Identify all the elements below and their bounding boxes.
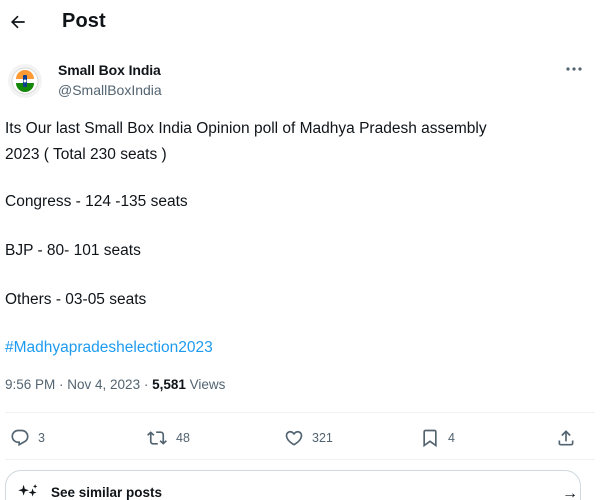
views-label: Views — [185, 377, 226, 392]
repost-button[interactable]: 48 — [146, 423, 190, 453]
repost-icon — [147, 431, 167, 445]
divider — [5, 412, 595, 413]
arrow-left-icon — [11, 15, 25, 29]
back-button[interactable] — [5, 9, 31, 35]
tweet-text-line: Others - 03-05 seats — [5, 291, 147, 308]
share-icon — [558, 430, 574, 446]
reply-count: 3 — [38, 431, 45, 445]
divider — [5, 459, 595, 460]
like-count: 321 — [312, 431, 333, 445]
timestamp[interactable]: 9:56 PM · Nov 4, 2023 · — [5, 377, 152, 392]
bookmark-icon — [423, 429, 437, 448]
post-meta: 9:56 PM · Nov 4, 2023 · 5,581 Views — [5, 377, 225, 392]
page-title: Post — [62, 10, 106, 32]
bookmark-count: 4 — [448, 431, 455, 445]
reply-button[interactable]: 3 — [10, 423, 45, 453]
avatar[interactable] — [8, 64, 42, 98]
actions-row: 3 48 321 4 — [0, 423, 600, 453]
arrow-right-icon: → — [562, 485, 578, 500]
author-handle[interactable]: @SmallBoxIndia — [58, 82, 162, 98]
bookmark-button[interactable]: 4 — [420, 423, 455, 453]
tweet-text-line: 2023 ( Total 230 seats ) — [5, 146, 167, 163]
tweet-text-line: Congress - 124 -135 seats — [5, 193, 188, 210]
india-logo-icon — [11, 67, 39, 95]
more-options-button[interactable] — [564, 62, 584, 78]
tweet-text-line: Its Our last Small Box India Opinion pol… — [5, 120, 487, 137]
tweet-text-line: BJP - 80- 101 seats — [5, 242, 141, 259]
see-similar-posts-button[interactable]: See similar posts → — [5, 470, 581, 500]
sparkle-icon — [18, 484, 38, 497]
hashtag-link[interactable]: #Madhyapradeshelection2023 — [5, 337, 213, 359]
header-bar: Post — [0, 0, 600, 44]
heart-icon — [285, 430, 303, 446]
author-name[interactable]: Small Box India — [58, 62, 161, 78]
reply-icon — [11, 429, 29, 447]
see-similar-posts-label: See similar posts — [51, 485, 163, 500]
like-button[interactable]: 321 — [284, 423, 333, 453]
share-button[interactable] — [556, 423, 576, 453]
views-count: 5,581 — [152, 377, 186, 392]
repost-count: 48 — [176, 431, 190, 445]
more-horizontal-icon — [566, 67, 582, 71]
post-page: Post Small Box India @SmallBoxIndia Its … — [0, 0, 600, 500]
